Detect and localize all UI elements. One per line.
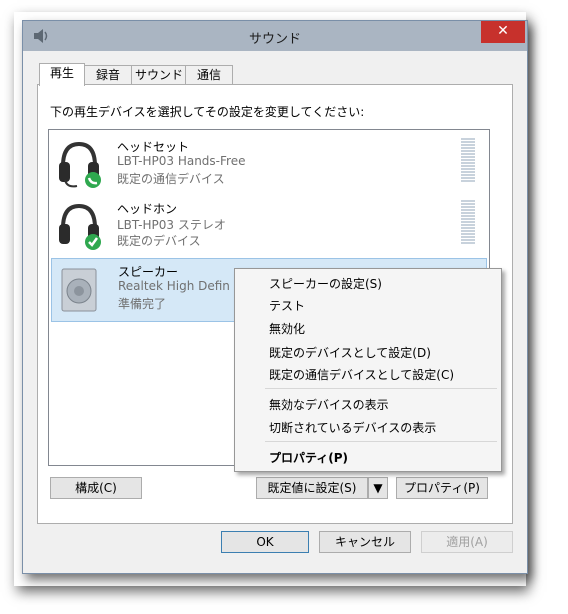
device-model: Realtek High Defin [118, 279, 230, 293]
title-bar[interactable]: サウンド ✕ [23, 21, 527, 51]
set-default-dropdown[interactable]: ▼ [368, 477, 388, 499]
device-model: LBT-HP03 Hands-Free [117, 154, 246, 168]
tab-sounds-label: サウンド [134, 68, 183, 82]
set-default-button[interactable]: 既定値に設定(S) [256, 477, 368, 499]
device-name: ヘッドセット [117, 140, 190, 154]
tab-communications[interactable]: 通信 [185, 65, 233, 85]
device-status: 既定の通信デバイス [117, 172, 225, 186]
device-name: スピーカー [118, 265, 179, 279]
device-name: ヘッドホン [117, 202, 178, 216]
device-item-headphones[interactable]: ヘッドホン LBT-HP03 ステレオ 既定のデバイス [51, 196, 485, 258]
menu-item-show-disconnected[interactable]: 切断されているデバイスの表示 [269, 419, 436, 436]
menu-item-set-default-comm[interactable]: 既定の通信デバイスとして設定(C) [269, 366, 454, 383]
device-model: LBT-HP03 ステレオ [117, 218, 226, 232]
instruction-text: 下の再生デバイスを選択してその設定を変更してください: [50, 105, 365, 119]
menu-separator [265, 388, 497, 389]
speaker-icon [61, 268, 97, 312]
properties-button[interactable]: プロパティ(P) [396, 477, 488, 499]
tab-recording[interactable]: 録音 [83, 65, 133, 85]
cancel-button[interactable]: キャンセル [319, 531, 411, 553]
menu-item-speaker-setup[interactable]: スピーカーの設定(S) [269, 275, 382, 292]
device-status: 既定のデバイス [117, 234, 201, 248]
menu-item-set-default[interactable]: 既定のデバイスとして設定(D) [269, 344, 431, 361]
headset-icon [59, 141, 101, 188]
tab-playback[interactable]: 再生 [39, 63, 85, 86]
close-button[interactable]: ✕ [481, 21, 525, 43]
tab-recording-label: 録音 [95, 68, 120, 82]
tab-sounds[interactable]: サウンド [131, 65, 187, 85]
device-context-menu: スピーカーの設定(S) テスト 無効化 既定のデバイスとして設定(D) 既定の通… [234, 268, 502, 472]
tab-communications-label: 通信 [196, 68, 221, 82]
tab-playback-label: 再生 [49, 66, 74, 80]
menu-separator [265, 441, 497, 442]
ok-button[interactable]: OK [221, 531, 309, 553]
device-status: 準備完了 [118, 297, 167, 311]
menu-item-properties[interactable]: プロパティ(P) [269, 449, 348, 466]
menu-item-disable[interactable]: 無効化 [269, 320, 305, 337]
apply-button: 適用(A) [421, 531, 513, 553]
window-title: サウンド [248, 32, 301, 47]
volume-meter [461, 200, 475, 244]
configure-button[interactable]: 構成(C) [50, 477, 142, 499]
close-icon: ✕ [497, 23, 509, 39]
menu-item-test[interactable]: テスト [269, 297, 305, 314]
volume-meter [461, 138, 475, 182]
chevron-down-icon: ▼ [373, 481, 383, 495]
device-item-headset[interactable]: ヘッドセット LBT-HP03 Hands-Free 既定の通信デバイス [51, 134, 485, 196]
menu-item-show-disabled[interactable]: 無効なデバイスの表示 [269, 396, 389, 413]
headphones-icon [59, 203, 101, 250]
